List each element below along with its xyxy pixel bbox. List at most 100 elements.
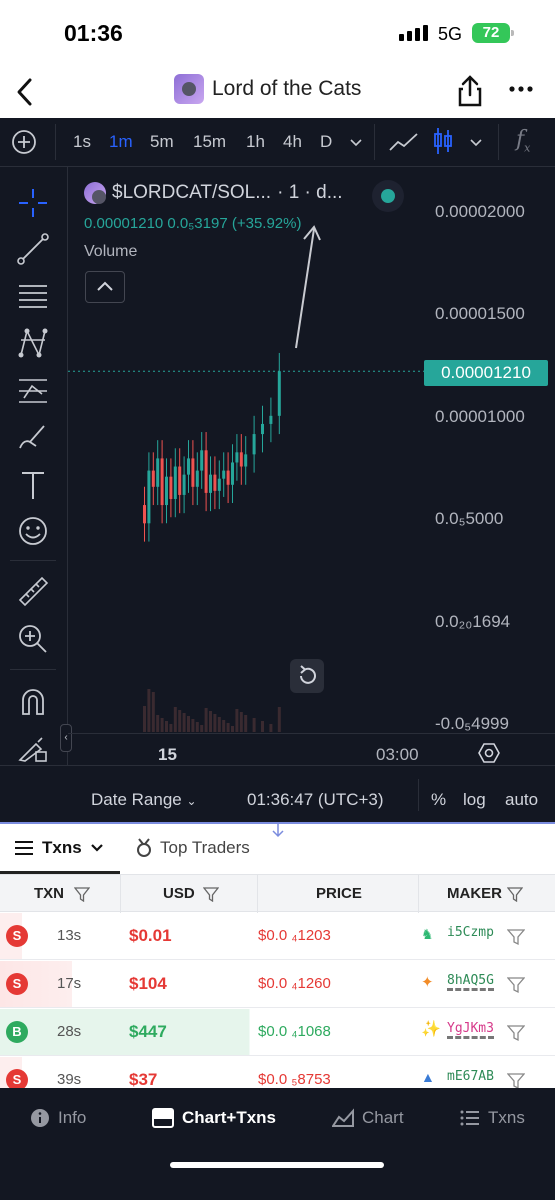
chart-area: 1s 1m 5m 15m 1h 4h D fx ‹ $LORDCAT/SOL..…	[0, 118, 555, 822]
candle	[277, 352, 281, 435]
fib-icon[interactable]	[16, 278, 50, 312]
tf-1s[interactable]: 1s	[73, 132, 91, 152]
ruler-icon[interactable]	[16, 574, 50, 608]
candle	[231, 444, 234, 504]
volume-bar	[277, 707, 281, 732]
add-indicator-icon[interactable]	[11, 129, 37, 155]
maker-address[interactable]: mE67AB	[447, 1069, 494, 1084]
volume-bar	[156, 715, 160, 732]
info-icon	[31, 1109, 49, 1127]
date-range-button[interactable]: Date Range ⌄	[91, 790, 197, 810]
indicators-icon[interactable]: fx	[516, 127, 530, 154]
chevron-down-icon[interactable]	[469, 138, 483, 147]
current-price-tag: 0.00001210	[424, 360, 548, 386]
auto-toggle[interactable]: auto	[505, 790, 538, 810]
maker-avatar-icon: ✦	[421, 974, 434, 991]
table-row[interactable]: S 39s $37 $0.0 ₅8753 ▲ mE67AB	[0, 1057, 555, 1088]
emoji-icon[interactable]	[16, 514, 50, 548]
status-bar: 01:36 5G 72	[0, 0, 555, 68]
col-maker: MAKER	[447, 885, 502, 902]
filter-icon[interactable]	[507, 1072, 525, 1088]
candle	[156, 440, 160, 506]
tf-1m[interactable]: 1m	[109, 132, 133, 152]
candles-icon[interactable]	[432, 126, 454, 156]
screen: { "status_bar": {"time": "01:36", "netwo…	[0, 0, 555, 1200]
volume-bar	[182, 713, 186, 732]
table-row[interactable]: S 17s $104 $0.0 ₄1260 ✦ 8hAQ5G	[0, 961, 555, 1008]
trend-line-icon[interactable]	[16, 232, 50, 266]
crosshair-icon[interactable]	[16, 186, 50, 220]
nav-info[interactable]: Info	[30, 1108, 86, 1128]
txn-usd: $37	[129, 1070, 158, 1088]
candle	[143, 486, 146, 542]
filter-icon[interactable]	[74, 886, 90, 902]
txn-age: 17s	[57, 975, 82, 992]
zoom-in-icon[interactable]	[16, 622, 50, 656]
tf-15m[interactable]: 15m	[193, 132, 226, 152]
nav-txns[interactable]: Txns	[460, 1108, 525, 1128]
percent-toggle[interactable]: %	[431, 790, 446, 810]
candle	[204, 432, 208, 512]
txn-age: 13s	[57, 927, 82, 944]
tf-4h[interactable]: 4h	[283, 132, 302, 152]
price-label: 0.00001500	[435, 304, 525, 323]
candle	[209, 456, 212, 512]
maker-address[interactable]: 8hAQ5G	[447, 973, 494, 991]
candle	[147, 452, 151, 542]
volume-bar	[143, 706, 146, 732]
volume-bar	[235, 709, 239, 732]
brush-icon[interactable]	[16, 420, 50, 454]
maker-address[interactable]: YgJKm3	[447, 1021, 494, 1039]
table-row[interactable]: S 13s $0.01 $0.0 ₄1203 ♞ i5Czmp	[0, 913, 555, 960]
filter-icon[interactable]	[507, 976, 525, 994]
maker-address[interactable]: i5Czmp	[447, 925, 494, 940]
txns-panel: Txns Top Traders TXN USD PRICE MAKER S 1…	[0, 822, 555, 1088]
filter-icon[interactable]	[507, 1024, 525, 1042]
candle	[160, 440, 164, 524]
magnet-icon[interactable]	[16, 684, 50, 718]
tab-txns[interactable]: Txns	[14, 838, 104, 858]
log-toggle[interactable]: log	[463, 790, 486, 810]
chevron-down-icon[interactable]	[349, 138, 363, 147]
filter-icon[interactable]	[507, 886, 523, 902]
table-row[interactable]: B 28s $447 $0.0 ₄1068 ✨ YgJKm3	[0, 1009, 555, 1056]
table-header: TXN USD PRICE MAKER	[0, 874, 555, 913]
volume-bar	[173, 707, 177, 732]
volume-bar	[200, 725, 204, 732]
txn-price: $0.0 ₄1260	[258, 975, 331, 992]
time-label: 15	[158, 745, 177, 764]
filter-icon[interactable]	[507, 928, 525, 946]
filter-icon[interactable]	[203, 886, 219, 902]
prediction-icon[interactable]	[16, 374, 50, 408]
nav-chart-txns[interactable]: Chart+Txns	[152, 1108, 276, 1128]
price-chart[interactable]	[68, 167, 425, 732]
volume-bar	[239, 712, 243, 732]
nav-chart[interactable]: Chart	[332, 1108, 404, 1128]
volume-bar	[204, 708, 208, 732]
reset-chart-button[interactable]	[290, 659, 324, 693]
tf-1h[interactable]: 1h	[246, 132, 265, 152]
tab-top-traders[interactable]: Top Traders	[134, 838, 250, 858]
price-label: 0.00002000	[435, 202, 525, 221]
annotation-arrow	[295, 228, 315, 349]
txn-price: $0.0 ₅8753	[258, 1071, 331, 1088]
chart-txns-icon	[152, 1108, 174, 1128]
tf-d[interactable]: D	[320, 132, 332, 152]
candle	[173, 448, 177, 518]
chart-footer: Date Range ⌄ 01:36:47 (UTC+3) % log auto	[0, 765, 555, 822]
tf-5m[interactable]: 5m	[150, 132, 174, 152]
lock-drawing-icon[interactable]	[16, 730, 50, 764]
settings-icon[interactable]	[477, 741, 501, 765]
txn-age: 28s	[57, 1023, 82, 1040]
text-icon[interactable]	[16, 468, 50, 502]
share-icon[interactable]	[455, 74, 485, 108]
utc-clock[interactable]: 01:36:47 (UTC+3)	[247, 790, 384, 810]
chevron-left-icon[interactable]	[14, 76, 36, 108]
price-label: -0.0₅4999	[435, 714, 509, 733]
pattern-icon[interactable]	[16, 326, 50, 360]
line-chart-icon[interactable]	[388, 130, 420, 154]
candle	[165, 458, 168, 524]
volume-bar	[169, 724, 173, 732]
more-icon[interactable]	[509, 84, 533, 94]
candle	[217, 460, 221, 510]
